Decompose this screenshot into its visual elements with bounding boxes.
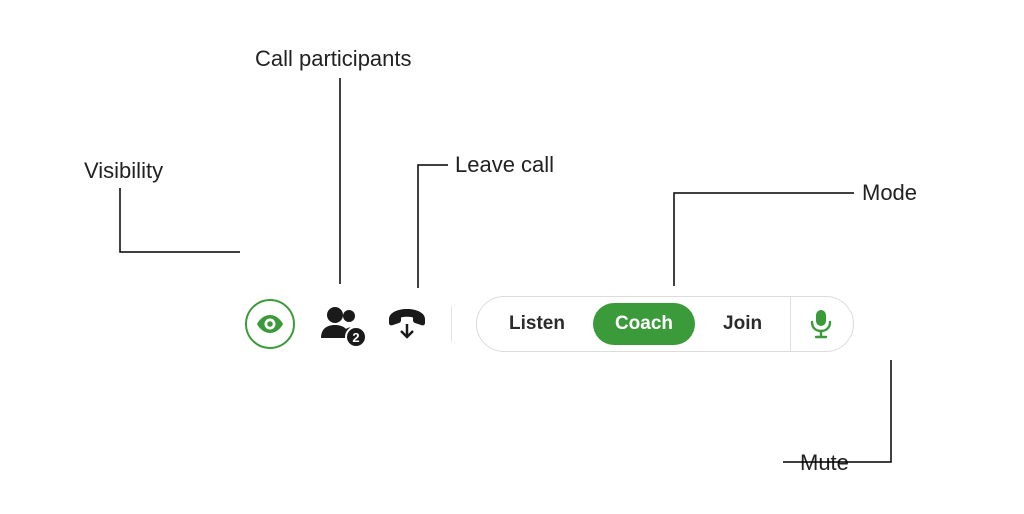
mode-listen[interactable]: Listen — [487, 303, 587, 345]
participants-count-badge: 2 — [345, 326, 367, 348]
eye-icon — [257, 315, 283, 333]
participants-button[interactable]: 2 — [319, 304, 363, 344]
mode-join[interactable]: Join — [701, 303, 784, 345]
microphone-icon — [810, 309, 832, 339]
hangup-icon — [387, 307, 427, 341]
mode-selector: Listen Coach Join — [476, 296, 854, 352]
mute-button[interactable] — [807, 308, 835, 340]
mode-coach[interactable]: Coach — [593, 303, 695, 345]
call-toolbar: 2 Listen Coach Join — [245, 296, 854, 352]
leave-call-button[interactable] — [387, 304, 427, 344]
toolbar-separator — [451, 306, 452, 342]
visibility-button[interactable] — [245, 299, 295, 349]
